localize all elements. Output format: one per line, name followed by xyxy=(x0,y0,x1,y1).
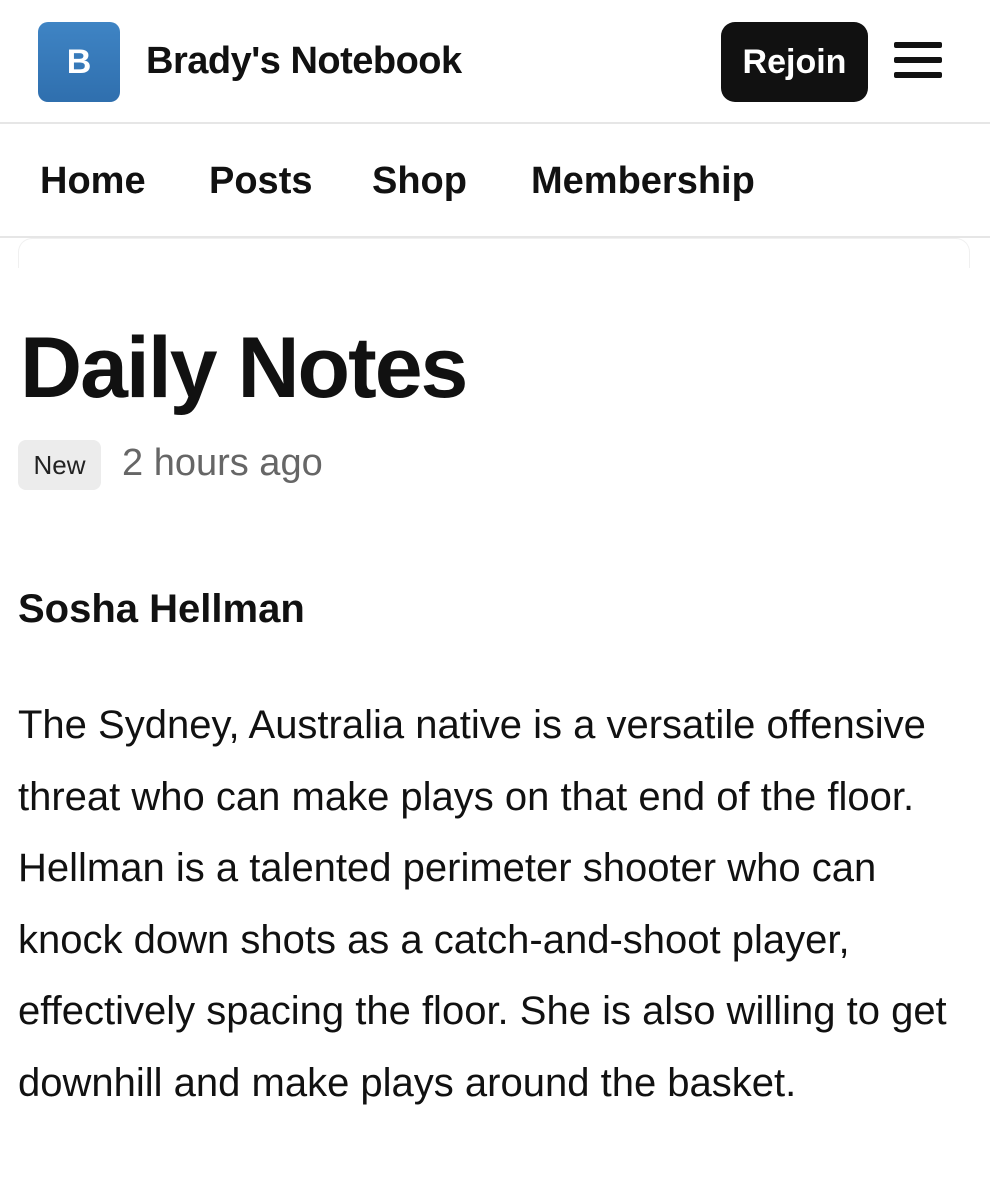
nav-item-membership[interactable]: Membership xyxy=(531,156,755,206)
new-badge-label: New xyxy=(33,449,86,480)
page-title: Daily Notes xyxy=(20,320,468,416)
post-timestamp: 2 hours ago xyxy=(122,442,323,484)
rejoin-button[interactable]: Rejoin xyxy=(721,22,868,102)
site-logo[interactable]: B xyxy=(38,22,120,102)
nav-item-shop[interactable]: Shop xyxy=(372,156,467,206)
rejoin-label: Rejoin xyxy=(742,42,847,81)
nav-item-home[interactable]: Home xyxy=(40,156,146,206)
new-badge: New xyxy=(18,440,101,490)
main-nav: Home Posts Shop Membership xyxy=(0,124,990,238)
logo-letter: B xyxy=(66,42,92,81)
post-body-paragraph: The Sydney, Australia native is a versat… xyxy=(18,703,947,1105)
post-card xyxy=(18,238,970,268)
hamburger-menu-icon[interactable] xyxy=(894,40,944,80)
site-title[interactable]: Brady's Notebook xyxy=(146,36,462,86)
nav-item-posts[interactable]: Posts xyxy=(209,156,312,206)
player-name-heading: Sosha Hellman xyxy=(18,587,305,631)
top-bar: B Brady's Notebook Rejoin xyxy=(0,0,990,124)
